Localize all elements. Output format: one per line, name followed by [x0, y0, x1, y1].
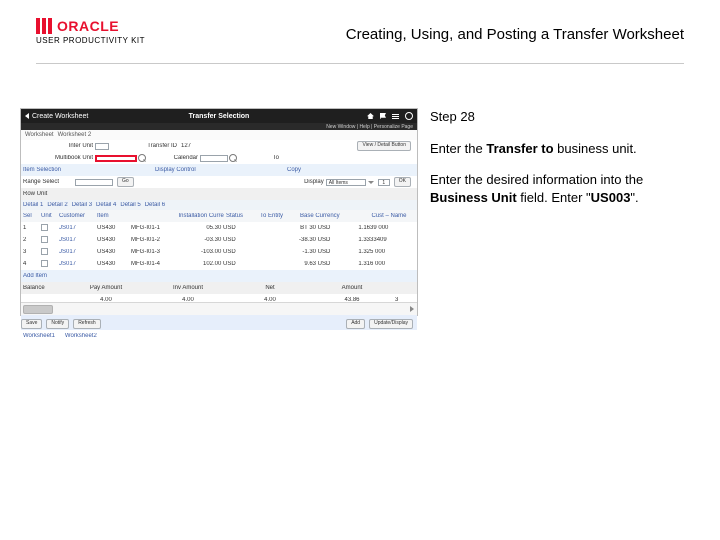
horizontal-scrollbar[interactable] [21, 302, 417, 315]
transfer-id-value: 127 [179, 143, 193, 149]
worksheet-value: Worksheet 2 [58, 132, 92, 138]
step-title: Step 28 [430, 108, 698, 126]
screen-title: Transfer Selection [189, 113, 250, 120]
header-divider [36, 63, 684, 64]
worksheet1-link[interactable]: Worksheet1 [21, 333, 57, 339]
app-screenshot: Create Worksheet Transfer Selection New … [20, 108, 418, 316]
update-display-button[interactable]: Update/Display [369, 319, 413, 329]
doc-header: ORACLE USER PRODUCTIVITY KIT Creating, U… [36, 18, 684, 64]
balance-header: Balance Pay Amount Inv Amount Net Amount [21, 282, 417, 294]
select-checkbox[interactable] [41, 224, 48, 231]
instructions-panel: Step 28 Enter the Transfer to business u… [430, 108, 698, 220]
scroll-thumb[interactable] [23, 305, 53, 314]
add-button[interactable]: Add [346, 319, 365, 329]
home-icon[interactable] [367, 113, 374, 119]
tab-strip: Detail 1 Detail 2 Detail 3 Detail 4 Deta… [21, 200, 417, 210]
table-row: 4JS017US430MFG-I01-4102.00 USD9.63 USD1.… [21, 258, 417, 270]
status-bar: New Window | Help | Personalize Page [21, 123, 417, 130]
footer-row-2: Save Notify Refresh Add Update/Display [21, 318, 417, 330]
tab-detail-4[interactable]: Detail 4 [94, 202, 118, 208]
tab-detail-1[interactable]: Detail 1 [21, 202, 45, 208]
business-unit-input[interactable] [95, 155, 137, 162]
calendar-input[interactable] [200, 155, 228, 162]
tab-detail-3[interactable]: Detail 3 [70, 202, 94, 208]
chevron-down-icon [368, 181, 374, 184]
select-checkbox[interactable] [41, 260, 48, 267]
notify-button[interactable]: Notify [46, 319, 69, 329]
worksheet-row: Worksheet Worksheet 2 [21, 130, 417, 140]
control-row: Range Select Go Display All Items 1 OK [21, 176, 417, 188]
ok-button[interactable]: OK [394, 177, 411, 187]
doc-title: Creating, Using, and Posting a Transfer … [346, 26, 684, 43]
refresh-button[interactable]: Refresh [73, 319, 101, 329]
section-bars: Item Selection Display Control Copy [21, 164, 417, 176]
footer-row-3: Worksheet1 Worksheet2 [21, 330, 417, 342]
table-row: 1JS017US430MFG-I01-105.30 USDBT 30 USD1.… [21, 222, 417, 234]
back-button[interactable]: Create Worksheet [25, 113, 88, 120]
select-checkbox[interactable] [41, 236, 48, 243]
interunit-input[interactable] [95, 143, 109, 150]
tab-detail-2[interactable]: Detail 2 [45, 202, 69, 208]
go-button[interactable]: Go [117, 177, 134, 187]
to-label: To [237, 155, 281, 161]
menu-icon[interactable] [392, 114, 399, 119]
chevron-left-icon [25, 113, 29, 119]
display-label: Display [302, 179, 326, 185]
range-input[interactable] [75, 179, 113, 186]
instruction-line-1: Enter the Transfer to business unit. [430, 140, 698, 158]
table-row: 3JS017US430MFG-I01-3-103.00 USD-1.30 USD… [21, 246, 417, 258]
gear-icon[interactable] [405, 112, 413, 120]
save-button[interactable]: Save [21, 319, 42, 329]
copy-bar[interactable]: Copy [285, 167, 417, 173]
display-select[interactable]: All Items [326, 179, 366, 186]
item-selection-bar[interactable]: Item Selection [21, 167, 153, 173]
transfer-id-label: Transfer ID [109, 143, 179, 149]
calendar-label: Calendar [146, 155, 200, 161]
flag-icon[interactable] [380, 113, 386, 119]
tab-detail-5[interactable]: Detail 5 [118, 202, 142, 208]
search-icon[interactable] [229, 154, 237, 162]
multibook-label: Multibook Unit [21, 155, 95, 161]
add-item-row[interactable]: Add Item [21, 270, 417, 282]
app-bar: Create Worksheet Transfer Selection [21, 109, 417, 123]
form-row-1: Inter Unit Transfer ID 127 View / Detail… [21, 140, 417, 152]
interunit-label: Inter Unit [21, 143, 95, 149]
range-label: Range Select [21, 179, 75, 185]
scroll-right-icon[interactable] [407, 304, 417, 313]
row-unit-label: Row Unit [21, 188, 417, 200]
display-control-bar[interactable]: Display Control [153, 167, 285, 173]
table-header: Sel Unit Customer Item Installation Curr… [21, 210, 417, 222]
view-detail-button[interactable]: View / Detail Button [357, 141, 411, 151]
worksheet2-link[interactable]: Worksheet2 [63, 333, 99, 339]
brand-word: ORACLE [57, 18, 119, 34]
back-label: Create Worksheet [32, 113, 88, 120]
tab-detail-6[interactable]: Detail 6 [143, 202, 167, 208]
instruction-line-2: Enter the desired information into the B… [430, 171, 698, 206]
table-row: 2JS017US430MFG-I01-2-03.30 USD-38.30 USD… [21, 234, 417, 246]
display-count-input[interactable]: 1 [378, 179, 390, 186]
form-row-2: Multibook Unit Calendar To [21, 152, 417, 164]
select-checkbox[interactable] [41, 248, 48, 255]
search-icon[interactable] [138, 154, 146, 162]
